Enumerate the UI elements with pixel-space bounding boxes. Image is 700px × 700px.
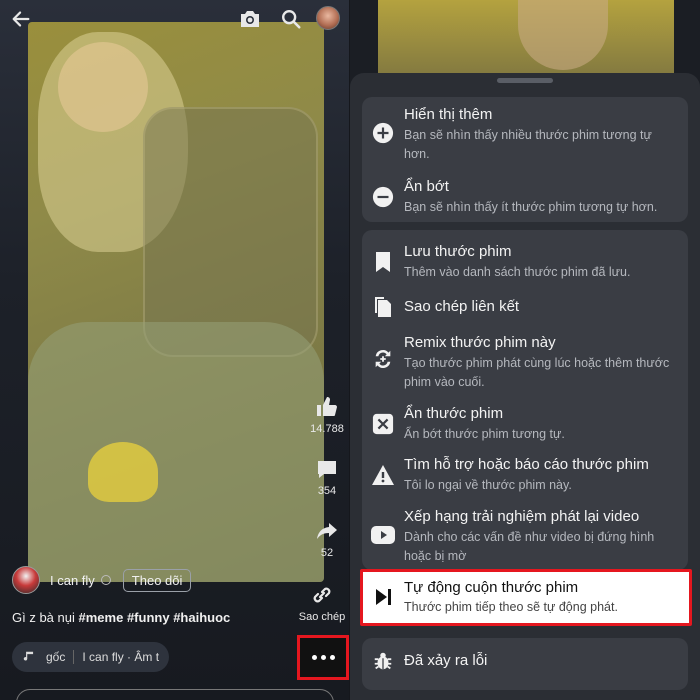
skip-next-icon bbox=[370, 584, 396, 610]
caption-tag[interactable]: #meme bbox=[79, 610, 124, 625]
comment-button[interactable]: 354 bbox=[306, 457, 348, 497]
thumbs-up-icon bbox=[317, 397, 337, 416]
bug-icon bbox=[370, 648, 396, 674]
hide-icon bbox=[370, 411, 396, 437]
menu-item-hide-reel[interactable]: Ẩn thước phim Ẩn bớt thước phim tương tự… bbox=[362, 405, 688, 445]
reel-video[interactable] bbox=[28, 22, 324, 582]
share-button[interactable]: 52 bbox=[306, 519, 348, 559]
audio-label: gốc bbox=[46, 650, 66, 664]
warning-icon bbox=[370, 462, 396, 488]
caption-tag[interactable]: #haihuoc bbox=[173, 610, 230, 625]
more-dots-icon bbox=[311, 655, 335, 660]
reel-viewer: 14.788 354 52 Sao chép I can fly Theo dõ… bbox=[0, 0, 349, 700]
comment-icon bbox=[318, 461, 336, 478]
follow-button[interactable]: Theo dõi bbox=[122, 568, 192, 592]
back-arrow-icon[interactable] bbox=[8, 6, 34, 32]
share-count: 52 bbox=[320, 547, 334, 559]
menu-item-report[interactable]: Tìm hỗ trợ hoặc báo cáo thước phim Tôi l… bbox=[362, 456, 688, 496]
author-row: I can fly Theo dõi bbox=[12, 565, 192, 595]
bookmark-icon bbox=[370, 249, 396, 275]
menu-item-remix[interactable]: Remix thước phim này Tạo thước phim phát… bbox=[362, 334, 688, 394]
menu-item-report-bug[interactable]: Đã xảy ra lỗi bbox=[362, 650, 688, 676]
caption-tag[interactable]: #funny bbox=[127, 610, 170, 625]
more-options-button[interactable] bbox=[297, 635, 349, 680]
menu-item-auto-scroll[interactable]: Tự động cuộn thước phim Thước phim tiếp … bbox=[362, 579, 688, 619]
copy-link-button[interactable]: Sao chép bbox=[294, 583, 349, 623]
audio-artist: I can fly · Âm t bbox=[82, 650, 160, 664]
menu-item-copy-link[interactable]: Sao chép liên kết bbox=[362, 297, 688, 322]
share-icon bbox=[317, 523, 337, 539]
profile-avatar[interactable] bbox=[316, 6, 340, 30]
caption-text: Gì z bà nụi bbox=[12, 610, 75, 625]
copy-icon bbox=[370, 294, 396, 320]
comment-box[interactable] bbox=[16, 689, 334, 700]
reel-caption[interactable]: Gì z bà nụi #meme #funny #haihuoc bbox=[12, 610, 230, 625]
audio-pill[interactable]: gốc I can fly · Âm t bbox=[12, 642, 169, 672]
play-rating-icon bbox=[370, 522, 396, 548]
menu-item-show-less[interactable]: Ẩn bớt Bạn sẽ nhìn thấy ít thước phim tư… bbox=[362, 178, 688, 218]
minus-circle-icon bbox=[370, 184, 396, 210]
like-count: 14.788 bbox=[310, 423, 344, 435]
menu-item-save-reel[interactable]: Lưu thước phim Thêm vào danh sách thước … bbox=[362, 243, 688, 283]
like-button[interactable]: 14.788 bbox=[306, 395, 348, 435]
copy-label: Sao chép bbox=[298, 611, 346, 623]
author-avatar[interactable] bbox=[12, 566, 40, 594]
globe-icon bbox=[100, 575, 111, 585]
menu-item-rate-playback[interactable]: Xếp hạng trải nghiệm phát lại video Dành… bbox=[362, 508, 688, 568]
author-name[interactable]: I can fly bbox=[50, 573, 95, 588]
link-icon bbox=[313, 587, 331, 603]
camera-icon[interactable] bbox=[237, 6, 263, 32]
plus-circle-icon bbox=[370, 120, 396, 146]
music-note-icon bbox=[23, 651, 34, 661]
menu-item-show-more[interactable]: Hiển thị thêm Bạn sẽ nhìn thấy nhiều thư… bbox=[362, 106, 688, 166]
comment-count: 354 bbox=[317, 485, 337, 497]
remix-icon bbox=[370, 346, 396, 372]
search-icon[interactable] bbox=[278, 6, 304, 32]
